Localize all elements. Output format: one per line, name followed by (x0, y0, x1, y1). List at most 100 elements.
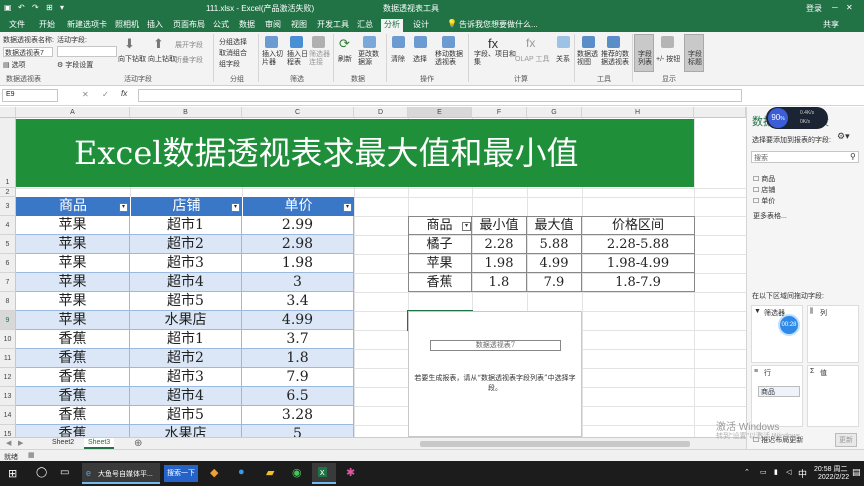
insert-slicer-button[interactable]: 插入切片器 (262, 51, 286, 67)
summary-cell-product[interactable]: 橘子 (408, 235, 472, 254)
tab-home[interactable]: 开始 (36, 19, 58, 30)
summary-cell-max[interactable]: 4.99 (527, 254, 582, 273)
task-view-icon[interactable]: ▭ (60, 467, 69, 478)
row-header[interactable]: 15 (0, 425, 16, 437)
column-header[interactable]: D (354, 107, 408, 118)
source-header-price[interactable]: 单价 (242, 197, 354, 216)
source-cell-price[interactable]: 3.4 (242, 292, 354, 311)
source-cell-store[interactable]: 超市2 (130, 349, 242, 368)
pivot-chart-icon[interactable] (582, 36, 595, 48)
horizontal-scrollbar[interactable] (420, 441, 690, 447)
summary-cell-min[interactable]: 1.98 (472, 254, 527, 273)
taskbar-app-icon[interactable]: ✱ (346, 466, 355, 479)
source-cell-price[interactable]: 3 (242, 273, 354, 292)
summary-cell-product[interactable]: 香蕉 (408, 273, 472, 292)
row-header[interactable]: 14 (0, 406, 16, 425)
tab-review[interactable]: 审阅 (262, 19, 284, 30)
redo-icon[interactable]: ↷ (32, 3, 39, 12)
row-header[interactable]: 10 (0, 330, 16, 349)
pane-settings-icon[interactable]: ⚙▾ (837, 131, 850, 142)
tab-camera[interactable]: 照相机 (112, 19, 142, 30)
column-header[interactable]: B (130, 107, 242, 118)
timeline-icon[interactable] (290, 36, 303, 48)
windows-start-icon[interactable]: ⊞ (8, 467, 17, 480)
olap-icon[interactable]: fx (526, 36, 535, 50)
recording-timer-badge[interactable]: 00:28 (778, 314, 800, 336)
tab-view[interactable]: 视图 (288, 19, 310, 30)
clear-button[interactable]: 清除 (391, 54, 405, 64)
columns-area[interactable]: ⫼ 列 (807, 305, 859, 363)
expand-field-button[interactable]: 展开字段 (175, 40, 203, 50)
network-monitor-widget[interactable]: 90% 0.4K/s 0K/s (766, 107, 828, 129)
filter-dropdown-icon[interactable]: ▾ (343, 203, 352, 212)
taskbar-app-icon[interactable]: ● (238, 466, 245, 478)
login-link[interactable]: 登录 (806, 3, 822, 14)
summary-cell-range[interactable]: 1.98-4.99 (582, 254, 695, 273)
summary-cell-min[interactable]: 1.8 (472, 273, 527, 292)
column-header[interactable]: E (408, 107, 472, 118)
volume-icon[interactable]: ◁ (786, 468, 791, 476)
tell-me-input[interactable]: 告诉我您想要做什么... (456, 19, 541, 30)
row-header[interactable]: 1 (0, 118, 16, 188)
file-explorer-icon[interactable]: ▰ (266, 466, 274, 479)
tab-page-layout[interactable]: 页面布局 (170, 19, 208, 30)
quick-access-icon[interactable]: ⊞ (46, 3, 53, 12)
source-cell-price[interactable]: 2.98 (242, 235, 354, 254)
enter-icon[interactable]: ✓ (102, 90, 109, 99)
source-cell-store[interactable]: 超市1 (130, 216, 242, 235)
refresh-icon[interactable]: ⟳ (339, 36, 350, 52)
drill-up-button[interactable]: 向上钻取 (148, 54, 176, 64)
source-cell-price[interactable]: 3.28 (242, 406, 354, 425)
summary-cell-min[interactable]: 2.28 (472, 235, 527, 254)
summary-header-max[interactable]: 最大值 (527, 216, 582, 235)
add-sheet-icon[interactable]: ⊕ (134, 438, 142, 449)
row-header[interactable]: 3 (0, 197, 16, 216)
source-header-store[interactable]: 店铺 (130, 197, 242, 216)
source-cell-price[interactable]: 5 (242, 425, 354, 437)
column-header[interactable] (694, 107, 746, 118)
source-cell-store[interactable]: 超市5 (130, 406, 242, 425)
source-cell-price[interactable]: 7.9 (242, 368, 354, 387)
drill-down-icon[interactable]: ⬇ (124, 36, 135, 52)
clock-date[interactable]: 2022/2/22 (818, 474, 849, 481)
source-cell-product[interactable]: 苹果 (16, 254, 130, 273)
group-field-button[interactable]: 组字段 (219, 59, 240, 69)
field-headers-button[interactable]: 字段标题 (688, 51, 704, 67)
source-cell-product[interactable]: 香蕉 (16, 387, 130, 406)
field-checkbox-store[interactable]: ☐ 店铺 (753, 185, 775, 195)
sheet-tab-sheet3[interactable]: Sheet3 (84, 438, 115, 449)
macro-record-icon[interactable]: ▦ (28, 451, 35, 459)
tab-developer[interactable]: 开发工具 (314, 19, 352, 30)
tab-summary[interactable]: 汇总 (354, 19, 376, 30)
collapse-field-button[interactable]: 折叠字段 (175, 55, 203, 65)
row-header[interactable]: 7 (0, 273, 16, 292)
drill-up-icon[interactable]: ⬆ (153, 36, 164, 52)
source-cell-product[interactable]: 苹果 (16, 216, 130, 235)
summary-cell-max[interactable]: 7.9 (527, 273, 582, 292)
source-cell-product[interactable]: 苹果 (16, 273, 130, 292)
source-cell-price[interactable]: 1.8 (242, 349, 354, 368)
update-button[interactable]: 更新 (835, 433, 857, 447)
group-selection-button[interactable]: 分组选择 (219, 37, 247, 47)
select-icon[interactable] (414, 36, 427, 48)
column-header[interactable]: H (582, 107, 694, 118)
ime-indicator[interactable]: 中 (798, 467, 807, 480)
cancel-icon[interactable]: ✕ (82, 90, 89, 99)
worksheet-grid[interactable]: A B C D E F G H 1 2 3 4 5 6 7 8 9 10 11 … (0, 107, 746, 437)
plus-minus-icon[interactable] (661, 36, 674, 48)
cortana-icon[interactable]: ◯ (36, 467, 47, 478)
tray-icon[interactable]: ▭ (760, 468, 767, 476)
ungroup-button[interactable]: 取消组合 (219, 48, 247, 58)
tab-data[interactable]: 数据 (236, 19, 258, 30)
source-cell-price[interactable]: 1.98 (242, 254, 354, 273)
undo-icon[interactable]: ↶ (18, 3, 25, 12)
filter-connections-icon[interactable] (312, 36, 325, 48)
fields-items-sets-button[interactable]: 字段、项目和集 (474, 51, 516, 67)
sheet-prev-icon[interactable]: ◀ (6, 439, 11, 447)
tab-formulas[interactable]: 公式 (210, 19, 232, 30)
select-button[interactable]: 选择 (413, 54, 427, 64)
pivot-chart-button[interactable]: 数据透视图 (577, 51, 601, 67)
column-header[interactable]: C (242, 107, 354, 118)
source-cell-product[interactable]: 香蕉 (16, 330, 130, 349)
recommended-pivot-button[interactable]: 推荐的数据透视表 (601, 51, 631, 67)
